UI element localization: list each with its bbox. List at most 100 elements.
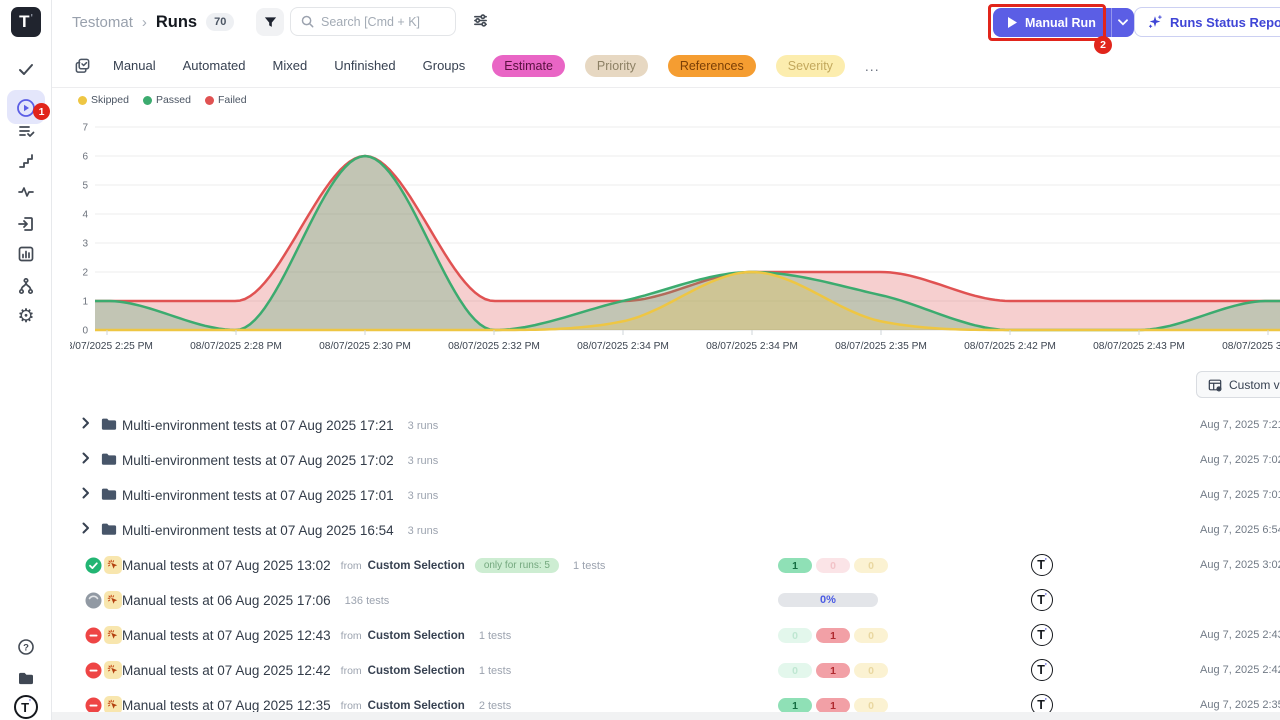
run-title[interactable]: Manual tests at 07 Aug 2025 12:42 xyxy=(122,663,331,678)
manual-click-icon xyxy=(104,556,122,574)
header: Testomat › Runs 70 Manual Run Runs S xyxy=(52,0,1280,44)
passed-count-pill: 1 xyxy=(778,558,812,573)
failed-count-pill: 1 xyxy=(816,628,850,643)
run-row[interactable]: Manual tests at 06 Aug 2025 17:06 136 tes… xyxy=(52,583,1280,618)
settings-gear-icon[interactable]: ⚙ xyxy=(0,305,52,327)
chevron-right-icon[interactable] xyxy=(82,522,90,534)
table-settings-icon xyxy=(1208,378,1222,392)
run-row[interactable]: Manual tests at 07 Aug 2025 13:02fromCus… xyxy=(52,548,1280,583)
assignee-avatar[interactable]: T' xyxy=(1031,624,1053,646)
result-count-pills: 010 xyxy=(778,628,888,643)
runs-status-report-button[interactable]: Runs Status Report xyxy=(1134,7,1280,37)
import-icon[interactable] xyxy=(0,213,52,235)
finished-timestamp: Aug 7, 2025 7:02 PM xyxy=(1200,454,1280,466)
svg-text:08/07/2025 2:35 PM: 08/07/2025 2:35 PM xyxy=(835,341,927,352)
assignee-avatar[interactable]: T' xyxy=(1031,589,1053,611)
funnel-filter-button[interactable] xyxy=(256,8,284,36)
status-in-progress-icon xyxy=(85,592,102,609)
legend-item-failed[interactable]: Failed xyxy=(205,94,247,106)
help-icon[interactable]: ? xyxy=(0,636,52,658)
tab-manual[interactable]: Manual xyxy=(113,58,156,73)
run-row[interactable]: Manual tests at 07 Aug 2025 12:42 from Cus… xyxy=(52,653,1280,688)
run-source: Custom Selection xyxy=(368,665,465,677)
more-tabs-button[interactable]: ... xyxy=(865,58,880,74)
legend-item-passed[interactable]: Passed xyxy=(143,94,191,106)
tab-pill-severity[interactable]: Severity xyxy=(776,55,845,77)
run-title[interactable]: Manual tests at 06 Aug 2025 17:06 xyxy=(122,593,331,608)
tab-pill-estimate[interactable]: Estimate xyxy=(492,55,565,77)
branch-icon[interactable] xyxy=(0,275,52,297)
tab-pill-priority[interactable]: Priority xyxy=(585,55,648,77)
manual-run-dropdown-button[interactable] xyxy=(1111,8,1134,37)
group-row[interactable]: Multi-environment tests at 07 Aug 2025 1… xyxy=(52,513,1280,548)
group-title[interactable]: Multi-environment tests at 07 Aug 2025 1… xyxy=(122,453,394,468)
sliders-icon[interactable] xyxy=(472,12,489,34)
folder-icon xyxy=(101,522,117,536)
run-row[interactable]: Manual tests at 07 Aug 2025 12:43fromCus… xyxy=(52,618,1280,653)
legend-label: Failed xyxy=(218,94,247,106)
chevron-right-icon[interactable] xyxy=(82,487,90,499)
group-title[interactable]: Multi-environment tests at 07 Aug 2025 1… xyxy=(122,418,394,433)
manual-run-button[interactable]: Manual Run xyxy=(993,8,1111,37)
svg-text:08/07/2025 2:43 PM: 08/07/2025 2:43 PM xyxy=(1093,341,1185,352)
analytics-icon[interactable] xyxy=(0,243,52,265)
folder-icon xyxy=(101,487,117,501)
group-title[interactable]: Multi-environment tests at 07 Aug 2025 1… xyxy=(122,523,394,538)
app-logo[interactable]: T' xyxy=(11,7,41,37)
breadcrumb-project[interactable]: Testomat xyxy=(72,14,133,31)
steps-icon[interactable] xyxy=(0,150,52,172)
assignee-avatar[interactable]: T' xyxy=(1031,554,1053,576)
annotation-step-2: 2 xyxy=(1094,36,1112,54)
result-count-pills: 010 xyxy=(778,663,888,678)
search-box[interactable] xyxy=(290,7,456,36)
passed-count-pill: 1 xyxy=(778,698,812,713)
folder-icon xyxy=(101,417,117,431)
run-meta: 1 tests xyxy=(573,560,605,572)
projects-folder-icon[interactable] xyxy=(0,667,52,689)
group-row[interactable]: Multi-environment tests at 07 Aug 2025 1… xyxy=(52,408,1280,443)
group-meta: 3 runs xyxy=(408,455,439,467)
only-for-runs-badge: only for runs: 5 xyxy=(475,558,559,573)
svg-text:08/07/2025 2:28 PM: 08/07/2025 2:28 PM xyxy=(190,341,282,352)
finished-timestamp: Aug 7, 2025 7:01 PM xyxy=(1200,489,1280,501)
tab-mixed[interactable]: Mixed xyxy=(273,58,308,73)
folder-icon xyxy=(101,452,117,466)
custom-view-button[interactable]: Custom view xyxy=(1196,371,1280,398)
tab-automated[interactable]: Automated xyxy=(183,58,246,73)
run-source: Custom Selection xyxy=(368,700,465,712)
chart-legend: Skipped Passed Failed xyxy=(78,94,247,106)
finished-timestamp: Aug 7, 2025 2:35 PM xyxy=(1200,699,1280,711)
activity-icon[interactable] xyxy=(0,181,52,203)
status-failed-icon xyxy=(85,627,102,644)
passed-count-pill: 0 xyxy=(778,628,812,643)
run-meta: 136 tests xyxy=(345,595,390,607)
tests-check-icon[interactable] xyxy=(0,58,52,80)
svg-text:08/07/2025 2:34 PM: 08/07/2025 2:34 PM xyxy=(706,341,798,352)
copy-check-icon[interactable] xyxy=(74,57,91,74)
checklist-icon[interactable] xyxy=(0,120,52,142)
chevron-right-icon[interactable] xyxy=(82,417,90,429)
run-from-label: from xyxy=(341,665,362,677)
run-title[interactable]: Manual tests at 07 Aug 2025 12:35 xyxy=(122,698,331,713)
search-input[interactable] xyxy=(321,15,436,29)
tab-unfinished[interactable]: Unfinished xyxy=(334,58,395,73)
runs-list: Multi-environment tests at 07 Aug 2025 1… xyxy=(52,408,1280,720)
profile-avatar[interactable]: T' xyxy=(0,696,52,718)
group-row[interactable]: Multi-environment tests at 07 Aug 2025 1… xyxy=(52,443,1280,478)
group-meta: 3 runs xyxy=(408,490,439,502)
run-title[interactable]: Manual tests at 07 Aug 2025 12:43 xyxy=(122,628,331,643)
chevron-right-icon[interactable] xyxy=(82,452,90,464)
group-row[interactable]: Multi-environment tests at 07 Aug 2025 1… xyxy=(52,478,1280,513)
tab-pill-references[interactable]: References xyxy=(668,55,756,77)
status-passed-icon xyxy=(85,557,102,574)
legend-item-skipped[interactable]: Skipped xyxy=(78,94,129,106)
assignee-avatar[interactable]: T' xyxy=(1031,659,1053,681)
run-source: Custom Selection xyxy=(368,630,465,642)
run-meta: 1 tests xyxy=(479,665,511,677)
run-title[interactable]: Manual tests at 07 Aug 2025 13:02 xyxy=(122,558,331,573)
finished-timestamp: Aug 7, 2025 6:54 PM xyxy=(1200,524,1280,536)
status-failed-icon xyxy=(85,662,102,679)
legend-dot xyxy=(78,96,87,105)
tab-groups[interactable]: Groups xyxy=(423,58,466,73)
group-title[interactable]: Multi-environment tests at 07 Aug 2025 1… xyxy=(122,488,394,503)
